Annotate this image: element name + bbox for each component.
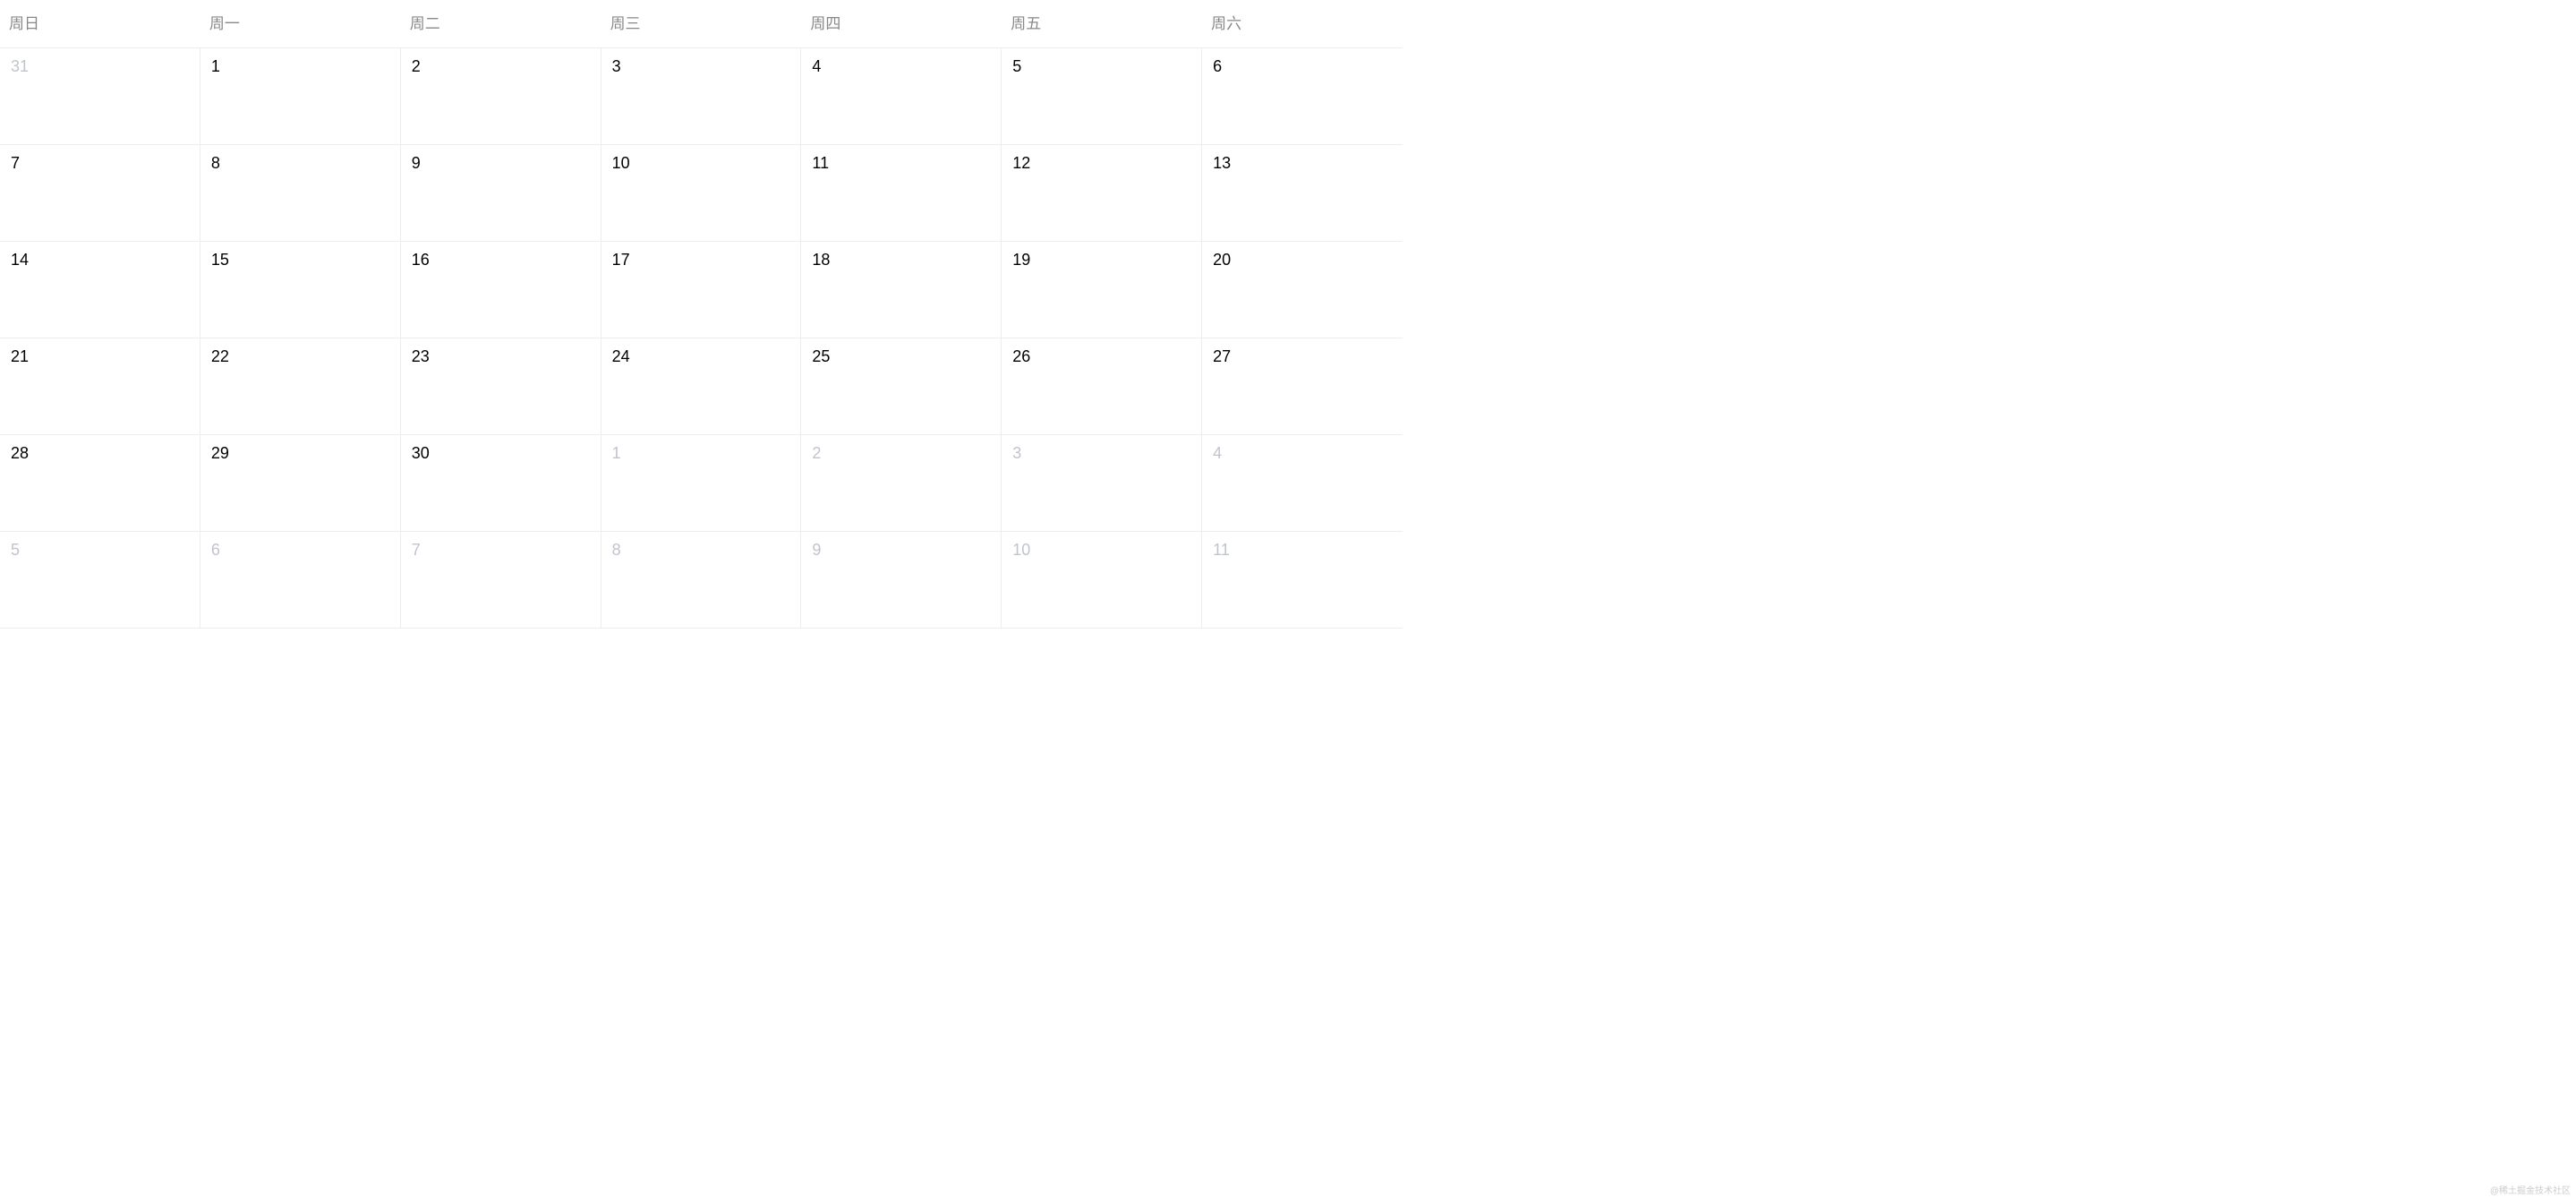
calendar-grid: 3112345678910111213141516171819202122232… <box>0 48 1403 629</box>
day-cell[interactable]: 12 <box>1002 145 1202 242</box>
day-cell[interactable]: 5 <box>0 532 200 629</box>
day-cell[interactable]: 25 <box>801 338 1002 435</box>
day-number: 13 <box>1213 154 1231 172</box>
day-number: 29 <box>211 444 229 462</box>
day-number: 18 <box>812 251 830 269</box>
day-cell[interactable]: 9 <box>401 145 601 242</box>
weekday-header-thursday: 周四 <box>801 0 1002 47</box>
day-cell[interactable]: 20 <box>1202 242 1403 338</box>
day-number: 30 <box>412 444 430 462</box>
day-cell[interactable]: 1 <box>601 435 802 532</box>
day-number: 25 <box>812 347 830 365</box>
weekday-header-saturday: 周六 <box>1202 0 1403 47</box>
day-number: 4 <box>1213 444 1222 462</box>
day-cell[interactable]: 1 <box>200 48 401 145</box>
day-cell[interactable]: 6 <box>200 532 401 629</box>
day-cell[interactable]: 5 <box>1002 48 1202 145</box>
day-cell[interactable]: 11 <box>1202 532 1403 629</box>
day-cell[interactable]: 4 <box>801 48 1002 145</box>
day-number: 9 <box>412 154 421 172</box>
day-number: 8 <box>612 541 621 559</box>
day-cell[interactable]: 13 <box>1202 145 1403 242</box>
day-cell[interactable]: 2 <box>401 48 601 145</box>
day-number: 11 <box>1213 541 1230 559</box>
day-cell[interactable]: 23 <box>401 338 601 435</box>
weekday-header-monday: 周一 <box>200 0 401 47</box>
day-cell[interactable]: 17 <box>601 242 802 338</box>
day-number: 3 <box>1012 444 1021 462</box>
weekday-header-sunday: 周日 <box>0 0 200 47</box>
day-number: 19 <box>1012 251 1030 269</box>
day-number: 15 <box>211 251 229 269</box>
day-number: 1 <box>612 444 621 462</box>
day-number: 3 <box>612 57 621 75</box>
day-cell[interactable]: 27 <box>1202 338 1403 435</box>
day-number: 2 <box>812 444 821 462</box>
day-number: 27 <box>1213 347 1231 365</box>
day-number: 10 <box>1012 541 1030 559</box>
day-cell[interactable]: 8 <box>601 532 802 629</box>
weekday-header-row: 周日 周一 周二 周三 周四 周五 周六 <box>0 0 1403 48</box>
day-number: 24 <box>612 347 630 365</box>
weekday-header-wednesday: 周三 <box>601 0 802 47</box>
watermark-text: @稀土掘金技术社区 <box>2490 1183 2571 1196</box>
day-cell[interactable]: 9 <box>801 532 1002 629</box>
day-cell[interactable]: 10 <box>601 145 802 242</box>
day-number: 22 <box>211 347 229 365</box>
day-cell[interactable]: 7 <box>401 532 601 629</box>
day-cell[interactable]: 21 <box>0 338 200 435</box>
day-cell[interactable]: 19 <box>1002 242 1202 338</box>
day-number: 10 <box>612 154 630 172</box>
day-cell[interactable]: 7 <box>0 145 200 242</box>
day-number: 14 <box>11 251 29 269</box>
day-number: 17 <box>612 251 630 269</box>
day-cell[interactable]: 30 <box>401 435 601 532</box>
day-number: 6 <box>1213 57 1222 75</box>
day-number: 9 <box>812 541 821 559</box>
day-number: 6 <box>211 541 220 559</box>
day-number: 11 <box>812 154 829 172</box>
day-cell[interactable]: 2 <box>801 435 1002 532</box>
day-cell[interactable]: 15 <box>200 242 401 338</box>
day-cell[interactable]: 31 <box>0 48 200 145</box>
day-number: 4 <box>812 57 821 75</box>
day-number: 12 <box>1012 154 1030 172</box>
day-cell[interactable]: 14 <box>0 242 200 338</box>
day-cell[interactable]: 22 <box>200 338 401 435</box>
day-cell[interactable]: 3 <box>1002 435 1202 532</box>
calendar: 周日 周一 周二 周三 周四 周五 周六 3112345678910111213… <box>0 0 1403 629</box>
day-number: 26 <box>1012 347 1030 365</box>
weekday-header-friday: 周五 <box>1002 0 1202 47</box>
day-number: 5 <box>11 541 20 559</box>
day-cell[interactable]: 6 <box>1202 48 1403 145</box>
day-cell[interactable]: 8 <box>200 145 401 242</box>
day-number: 7 <box>11 154 20 172</box>
day-number: 21 <box>11 347 29 365</box>
day-number: 16 <box>412 251 430 269</box>
day-cell[interactable]: 4 <box>1202 435 1403 532</box>
day-cell[interactable]: 24 <box>601 338 802 435</box>
day-number: 20 <box>1213 251 1231 269</box>
day-cell[interactable]: 29 <box>200 435 401 532</box>
day-number: 8 <box>211 154 220 172</box>
day-number: 1 <box>211 57 220 75</box>
day-cell[interactable]: 26 <box>1002 338 1202 435</box>
day-cell[interactable]: 18 <box>801 242 1002 338</box>
day-number: 28 <box>11 444 29 462</box>
weekday-header-tuesday: 周二 <box>401 0 601 47</box>
day-number: 5 <box>1012 57 1021 75</box>
day-number: 23 <box>412 347 430 365</box>
day-number: 2 <box>412 57 421 75</box>
day-cell[interactable]: 16 <box>401 242 601 338</box>
day-cell[interactable]: 10 <box>1002 532 1202 629</box>
day-cell[interactable]: 28 <box>0 435 200 532</box>
day-cell[interactable]: 3 <box>601 48 802 145</box>
day-cell[interactable]: 11 <box>801 145 1002 242</box>
day-number: 31 <box>11 57 29 75</box>
day-number: 7 <box>412 541 421 559</box>
